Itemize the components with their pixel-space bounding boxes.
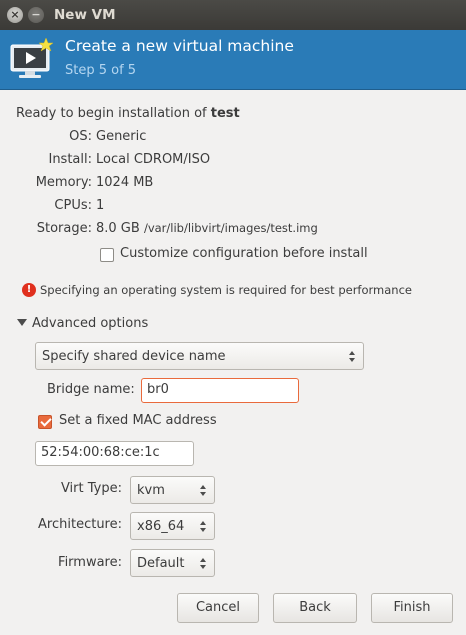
install-label: Install: — [48, 152, 92, 167]
bridge-name-label: Bridge name: — [47, 382, 135, 397]
virt-type-select[interactable]: kvm — [130, 476, 215, 504]
architecture-value: x86_64 — [137, 519, 185, 534]
updown-arrows-icon — [200, 558, 207, 570]
storage-path: /var/lib/libvirt/images/test.img — [143, 221, 318, 235]
firmware-label: Firmware: — [58, 555, 122, 570]
storage-value: 8.0 GB /var/lib/libvirt/images/test.img — [96, 221, 318, 236]
os-label: OS: — [69, 129, 92, 144]
updown-arrows-icon — [200, 521, 207, 533]
mac-address-input[interactable]: 52:54:00:68:ce:1c — [35, 441, 194, 466]
virt-type-label: Virt Type: — [60, 481, 122, 496]
cpus-value: 1 — [96, 198, 105, 213]
fixed-mac-label[interactable]: Set a fixed MAC address — [59, 413, 217, 428]
memory-value: 1024 MB — [96, 175, 154, 190]
architecture-label: Architecture: — [38, 517, 122, 532]
minimize-window-button[interactable]: − — [28, 7, 44, 23]
network-source-value: Specify shared device name — [42, 349, 226, 364]
storage-label: Storage: — [36, 221, 92, 236]
install-value: Local CDROM/ISO — [96, 152, 211, 167]
virt-type-value: kvm — [137, 483, 165, 498]
finish-button[interactable]: Finish — [371, 593, 453, 623]
ready-heading: Ready to begin installation of test — [16, 106, 240, 121]
cpus-label: CPUs: — [54, 198, 92, 213]
banner-title: Create a new virtual machine — [65, 37, 294, 55]
advanced-options-expander[interactable]: Advanced options — [32, 316, 148, 331]
warning-text: Specifying an operating system is requir… — [40, 283, 412, 297]
customize-label[interactable]: Customize configuration before install — [120, 246, 368, 261]
close-icon: × — [10, 8, 20, 21]
minimize-icon: − — [31, 8, 41, 21]
back-button[interactable]: Back — [273, 593, 357, 623]
architecture-select[interactable]: x86_64 — [130, 512, 215, 540]
cancel-button[interactable]: Cancel — [177, 593, 259, 623]
wizard-banner: Create a new virtual machine Step 5 of 5 — [0, 30, 466, 90]
updown-arrows-icon — [349, 351, 356, 363]
window-title: New VM — [54, 7, 116, 23]
expander-arrow-icon[interactable] — [17, 319, 27, 326]
window-titlebar: × − New VM — [0, 0, 466, 30]
memory-label: Memory: — [35, 175, 92, 190]
vm-monitor-icon — [10, 37, 54, 78]
storage-size: 8.0 GB — [96, 221, 140, 236]
network-source-select[interactable]: Specify shared device name — [35, 342, 364, 370]
firmware-value: Default — [137, 556, 185, 571]
bridge-name-input[interactable]: br0 — [141, 378, 299, 403]
fixed-mac-checkbox[interactable] — [38, 415, 52, 429]
error-icon: ! — [22, 283, 36, 297]
firmware-select[interactable]: Default — [130, 549, 215, 577]
updown-arrows-icon — [200, 485, 207, 497]
vm-name: test — [210, 106, 240, 121]
ready-prefix: Ready to begin installation of — [16, 106, 211, 121]
close-window-button[interactable]: × — [7, 7, 23, 23]
customize-checkbox[interactable] — [100, 248, 114, 262]
os-value: Generic — [96, 129, 147, 144]
banner-step: Step 5 of 5 — [65, 63, 137, 78]
